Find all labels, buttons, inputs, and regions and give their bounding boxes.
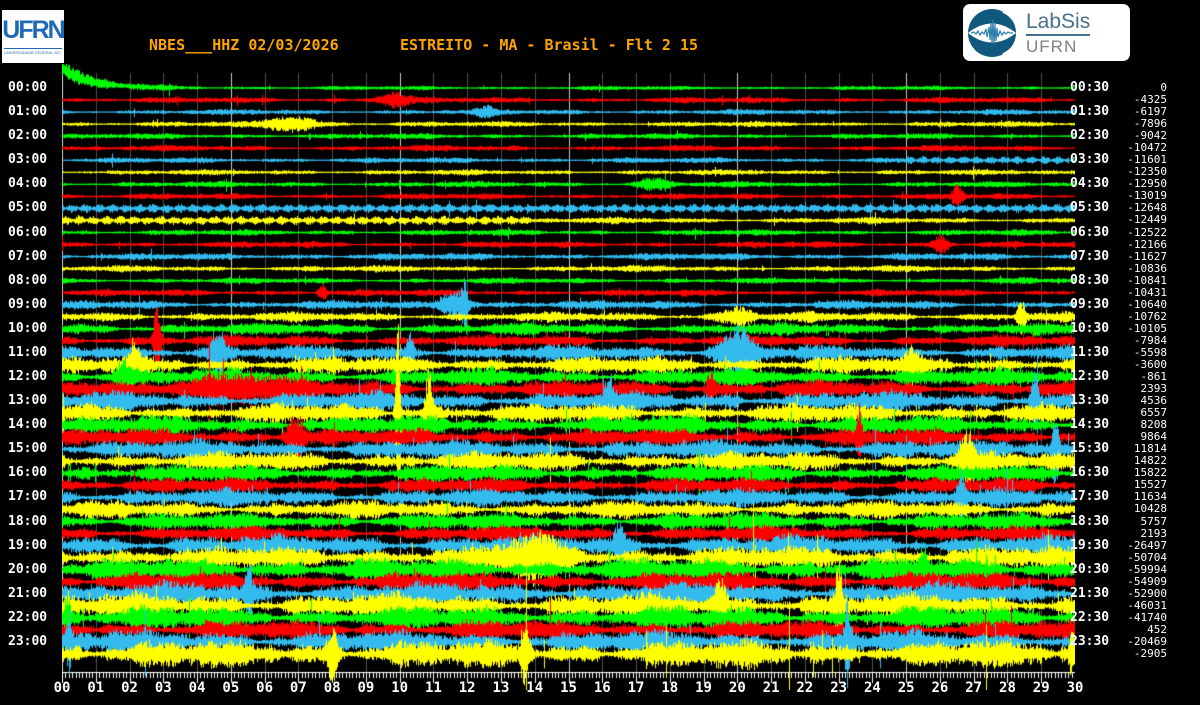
left-time-label: 09:00	[8, 296, 48, 312]
left-time-label: 07:00	[8, 248, 48, 264]
left-time-label: 01:00	[8, 104, 48, 120]
x-axis-label: 09	[357, 680, 375, 696]
x-axis-label: 03	[154, 680, 172, 696]
left-time-label: 03:00	[8, 152, 48, 168]
x-axis-label: 22	[796, 680, 814, 696]
x-axis-label: 00	[53, 680, 71, 696]
left-time-label: 16:00	[8, 465, 48, 481]
offset-value: -59994	[1127, 562, 1167, 576]
x-axis-label: 27	[965, 680, 983, 696]
x-axis-label: 13	[492, 680, 510, 696]
x-axis-label: 08	[323, 680, 341, 696]
x-axis-label: 14	[526, 680, 544, 696]
left-time-label: 11:00	[8, 344, 48, 360]
x-axis-label: 04	[188, 680, 206, 696]
x-axis-label: 10	[391, 680, 409, 696]
left-time-label: 18:00	[8, 513, 48, 529]
left-time-label: 02:00	[8, 128, 48, 144]
offset-value: -46031	[1127, 598, 1167, 612]
left-time-label: 06:00	[8, 224, 48, 240]
x-axis-label: 06	[256, 680, 274, 696]
offset-value: -10431	[1127, 285, 1167, 299]
left-time-label: 13:00	[8, 393, 48, 409]
x-axis-label: 18	[661, 680, 679, 696]
x-axis-label: 30	[1066, 680, 1084, 696]
offset-value: -26497	[1127, 538, 1167, 552]
left-time-label: 19:00	[8, 537, 48, 553]
labsis-logo: LabSis UFRN	[963, 4, 1130, 61]
left-time-label: 23:00	[8, 633, 48, 649]
left-time-label: 17:00	[8, 489, 48, 505]
labsis-logo-org: UFRN	[1026, 36, 1078, 56]
labsis-logo-name: LabSis	[1026, 10, 1091, 36]
offset-value: -52900	[1127, 586, 1167, 600]
offset-value: -10640	[1127, 297, 1167, 311]
location-title: ESTREITO - MA - Brasil - Flt 2 15	[400, 36, 699, 54]
labsis-logo-text: LabSis UFRN	[1026, 10, 1091, 56]
ufrn-logo-subtext: UNIVERSIDADE FEDERAL DO RIO GRANDE DO NO…	[4, 48, 62, 55]
left-time-label: 04:00	[8, 176, 48, 192]
left-time-label: 05:00	[8, 200, 48, 216]
x-axis-label: 26	[931, 680, 949, 696]
offset-value: -12522	[1127, 225, 1167, 239]
x-axis-label: 29	[1032, 680, 1050, 696]
seismogram-traces-canvas	[62, 64, 1075, 690]
offset-value: 5757	[1140, 514, 1168, 528]
x-axis-label: 15	[560, 680, 577, 696]
left-time-label: 14:00	[8, 417, 48, 433]
offset-value: -10836	[1127, 261, 1167, 275]
left-time-label: 00:00	[8, 80, 48, 95]
offset-value: 2193	[1140, 526, 1168, 540]
offset-value: -11627	[1127, 249, 1167, 263]
ufrn-logo: UFRN UNIVERSIDADE FEDERAL DO RIO GRANDE …	[2, 10, 64, 63]
offset-value: -12449	[1127, 213, 1167, 227]
offset-value: -10841	[1127, 273, 1167, 287]
left-time-label: 08:00	[8, 272, 48, 288]
station-title: NBES___HHZ 02/03/2026	[149, 36, 339, 54]
x-axis-label: 28	[999, 680, 1016, 696]
ufrn-logo-text: UFRN	[2, 16, 64, 44]
left-time-label: 10:00	[8, 320, 48, 336]
x-axis-label: 25	[897, 680, 915, 696]
offset-value: -12166	[1127, 237, 1167, 251]
x-axis-label: 01	[87, 680, 105, 696]
offset-value: -2905	[1133, 646, 1167, 660]
x-axis-label: 20	[728, 680, 746, 696]
left-time-label: 21:00	[8, 585, 48, 601]
x-axis-label: 23	[830, 680, 848, 696]
x-axis-label: 17	[627, 680, 645, 696]
x-axis-label: 05	[222, 680, 240, 696]
x-axis-label: 11	[424, 680, 442, 696]
x-axis-label: 21	[762, 680, 780, 696]
x-axis-label: 16	[593, 680, 611, 696]
x-axis-label: 19	[695, 680, 712, 696]
offset-value: -54909	[1127, 574, 1167, 588]
x-axis-label: 12	[458, 680, 476, 696]
left-time-label: 12:00	[8, 369, 48, 385]
x-axis-label: 02	[121, 680, 138, 696]
labsis-waveform-icon	[968, 8, 1019, 57]
offset-value: 10428	[1133, 502, 1167, 516]
left-time-label: 22:00	[8, 609, 48, 625]
offset-value: -50704	[1127, 550, 1167, 564]
x-axis-label: 24	[863, 680, 881, 696]
x-axis-label: 07	[289, 680, 307, 696]
left-time-label: 20:00	[8, 561, 48, 577]
left-time-label: 15:00	[8, 441, 48, 457]
offset-value: -10762	[1127, 309, 1167, 323]
helicorder-screen: UFRN UNIVERSIDADE FEDERAL DO RIO GRANDE …	[0, 0, 1200, 705]
